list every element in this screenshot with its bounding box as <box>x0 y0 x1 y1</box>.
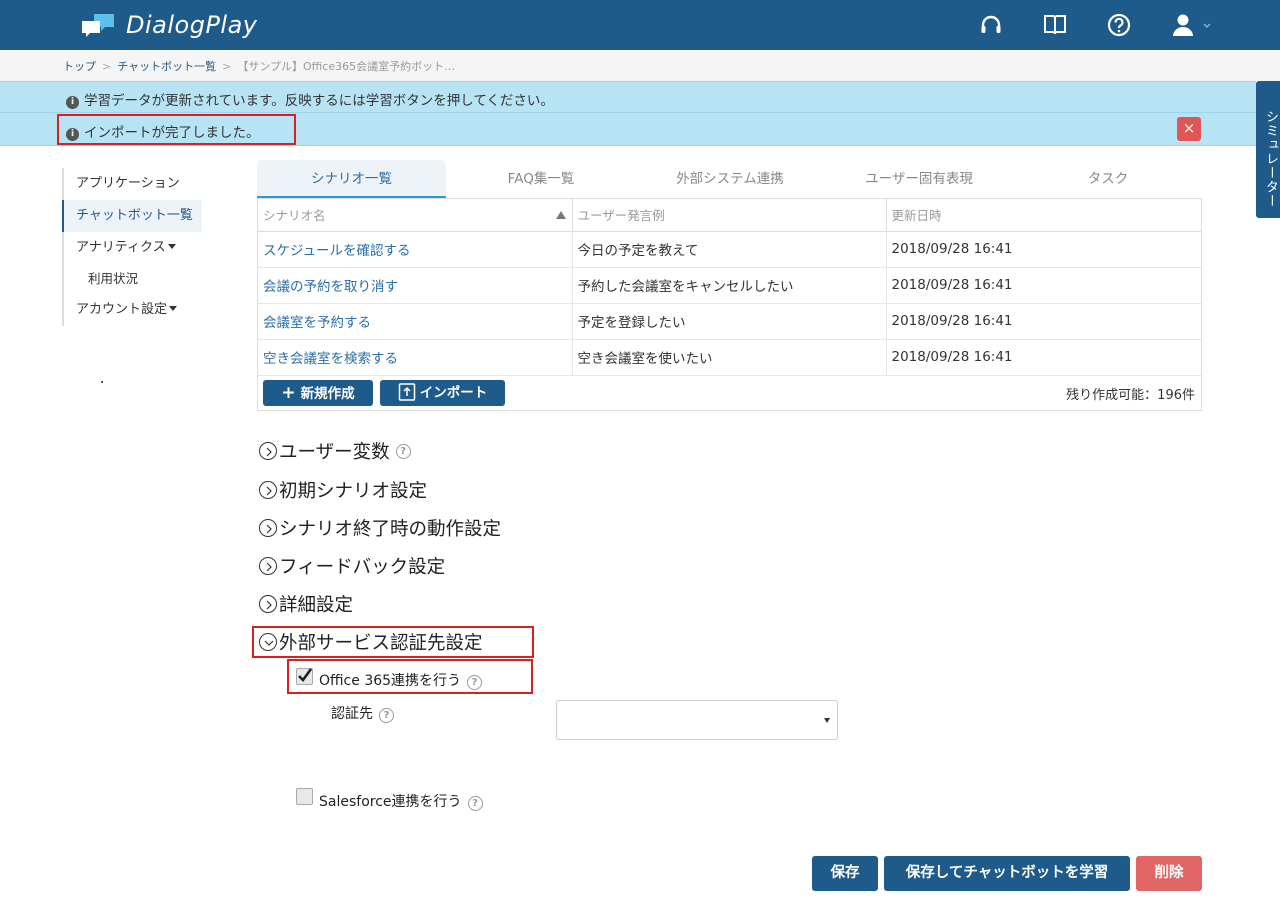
dropdown-arrow-icon <box>824 718 830 723</box>
sort-asc-icon <box>555 211 566 219</box>
sidebar-item-label: アナリティクス <box>76 240 166 255</box>
section-title: 初期シナリオ設定 <box>279 481 428 502</box>
section-user-variables[interactable]: ユーザー変数 ? <box>259 438 411 464</box>
remaining-count: 残り作成可能：196件 <box>1066 388 1195 403</box>
simulator-tab[interactable]: シミュレーター <box>1256 81 1280 218</box>
section-scenario-end[interactable]: シナリオ終了時の動作設定 <box>259 515 501 541</box>
section-title: 詳細設定 <box>279 595 354 616</box>
tab-external-system[interactable]: 外部システム連携 <box>636 160 824 198</box>
learning-alert-text: 学習データが更新されています。反映するには学習ボタンを押してください。 <box>84 93 554 109</box>
column-header-scenario-name[interactable]: シナリオ名 <box>258 199 573 232</box>
dot <box>101 381 103 383</box>
breadcrumb: トップ > チャットボット一覧 > 【サンプル】Office365会議室予約ボット… <box>0 50 1280 81</box>
save-and-learn-button[interactable]: 保存してチャットボットを学習 <box>884 856 1130 891</box>
sidebar-item-chatbot-list[interactable]: チャットボット一覧 <box>62 200 202 232</box>
sidebar-item-usage[interactable]: 利用状況 <box>62 264 202 294</box>
plus-icon: + <box>281 383 296 403</box>
scenario-link[interactable]: スケジュールを確認する <box>258 231 573 268</box>
help-icon[interactable]: ? <box>379 708 394 723</box>
help-icon[interactable]: ? <box>395 443 411 459</box>
highlight-box <box>287 659 533 694</box>
delete-button[interactable]: 削除 <box>1136 856 1202 891</box>
chevron-right-icon <box>259 557 277 575</box>
sidebar-item-label: アカウント設定 <box>76 302 168 317</box>
auth-target-label: 認証先? <box>331 703 394 723</box>
updated-cell: 2018/09/28 16:41 <box>886 267 1201 304</box>
tab-user-entities[interactable]: ユーザー固有表現 <box>824 160 1014 198</box>
top-header: DialogPlay <box>0 0 1280 50</box>
scenario-panel: シナリオ名 ユーザー発言例 更新日時 スケジュールを確認する 今日の予定を教えて… <box>257 198 1202 411</box>
user-icon[interactable] <box>1170 12 1216 38</box>
column-header-updated[interactable]: 更新日時 <box>886 199 1201 232</box>
headset-icon[interactable] <box>978 12 1004 38</box>
breadcrumb-chatbot-list[interactable]: チャットボット一覧 <box>117 60 216 73</box>
learning-alert: i 学習データが更新されています。反映するには学習ボタンを押してください。 <box>0 81 1256 113</box>
utterance-cell: 予約した会議室をキャンセルしたい <box>572 267 887 304</box>
caret-down-icon <box>169 306 178 311</box>
section-feedback[interactable]: フィードバック設定 <box>259 553 445 579</box>
tab-bar: シナリオ一覧 FAQ集一覧 外部システム連携 ユーザー固有表現 タスク <box>257 160 1202 198</box>
highlight-box <box>252 626 534 658</box>
close-alert-button[interactable]: × <box>1177 117 1201 141</box>
chevron-right-icon <box>259 595 277 613</box>
scenario-link[interactable]: 会議の予約を取り消す <box>258 267 573 304</box>
utterance-cell: 空き会議室を使いたい <box>572 339 887 376</box>
utterance-cell: 予定を登録したい <box>572 303 887 340</box>
upload-icon <box>398 383 415 401</box>
chat-bubbles-icon <box>82 14 114 37</box>
chevron-right-icon <box>259 442 277 460</box>
help-icon[interactable]: ? <box>467 796 483 811</box>
updated-cell: 2018/09/28 16:41 <box>886 303 1201 340</box>
sidebar-item-analytics[interactable]: アナリティクス <box>62 232 202 264</box>
sidebar-item-application[interactable]: アプリケーション <box>62 168 202 200</box>
help-icon[interactable] <box>1106 12 1132 38</box>
column-header-utterance[interactable]: ユーザー発言例 <box>572 199 887 232</box>
salesforce-label: Salesforce連携を行う? <box>319 791 483 811</box>
new-scenario-button[interactable]: + 新規作成 <box>263 380 373 406</box>
sidebar-item-account[interactable]: アカウント設定 <box>62 294 202 326</box>
table-row: 空き会議室を検索する 空き会議室を使いたい 2018/09/28 16:41 <box>258 339 1201 376</box>
auth-target-select[interactable] <box>556 700 838 740</box>
book-icon[interactable] <box>1042 12 1068 38</box>
info-icon: i <box>66 96 79 109</box>
brand-name: DialogPlay <box>126 11 258 39</box>
scenario-link[interactable]: 会議室を予約する <box>258 303 573 340</box>
tab-faq-list[interactable]: FAQ集一覧 <box>446 160 636 198</box>
tab-task[interactable]: タスク <box>1014 160 1202 198</box>
scenario-table: シナリオ名 ユーザー発言例 更新日時 スケジュールを確認する 今日の予定を教えて… <box>258 199 1201 376</box>
breadcrumb-current: 【サンプル】Office365会議室予約ボット… <box>237 60 456 73</box>
scenario-link[interactable]: 空き会議室を検索する <box>258 339 573 376</box>
section-initial-scenario[interactable]: 初期シナリオ設定 <box>259 477 427 503</box>
chevron-right-icon <box>259 481 277 499</box>
sidebar: アプリケーション チャットボット一覧 アナリティクス 利用状況 アカウント設定 <box>62 168 202 326</box>
caret-down-icon <box>167 244 176 249</box>
table-footer: + 新規作成 インポート 残り作成可能：196件 <box>258 379 1201 411</box>
table-row: 会議室を予約する 予定を登録したい 2018/09/28 16:41 <box>258 303 1201 340</box>
save-button[interactable]: 保存 <box>812 856 878 891</box>
section-title: シナリオ終了時の動作設定 <box>279 519 502 540</box>
section-title: ユーザー変数 <box>279 442 390 463</box>
salesforce-checkbox[interactable] <box>296 788 313 805</box>
table-row: 会議の予約を取り消す 予約した会議室をキャンセルしたい 2018/09/28 1… <box>258 267 1201 304</box>
logo[interactable]: DialogPlay <box>80 10 258 40</box>
section-details[interactable]: 詳細設定 <box>259 591 353 617</box>
section-title: フィードバック設定 <box>279 557 446 578</box>
updated-cell: 2018/09/28 16:41 <box>886 339 1201 376</box>
utterance-cell: 今日の予定を教えて <box>572 231 887 268</box>
import-button[interactable]: インポート <box>380 380 505 406</box>
tab-scenario-list[interactable]: シナリオ一覧 <box>257 160 446 198</box>
breadcrumb-top[interactable]: トップ <box>63 60 96 73</box>
highlight-box <box>57 114 296 145</box>
table-row: スケジュールを確認する 今日の予定を教えて 2018/09/28 16:41 <box>258 231 1201 268</box>
chevron-right-icon <box>259 519 277 537</box>
updated-cell: 2018/09/28 16:41 <box>886 231 1201 268</box>
